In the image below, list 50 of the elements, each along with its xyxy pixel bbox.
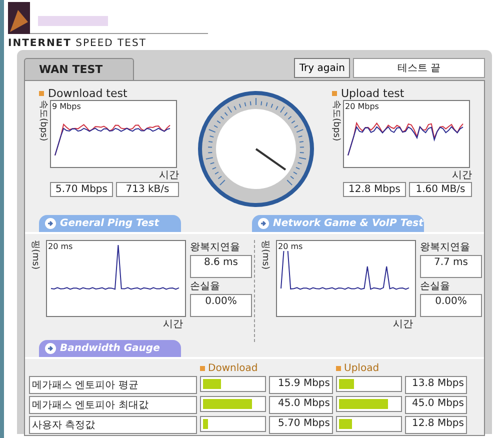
axis-label: 핑(ms)	[31, 240, 41, 272]
axis-label: 시간	[162, 318, 183, 331]
speed-value: 45.0 Mbps	[405, 396, 467, 414]
speed-value: 12.8 Mbps	[405, 416, 467, 434]
speed-value: 1.60 MB/s	[409, 182, 472, 197]
scale-label: 20 ms	[278, 242, 303, 251]
arrow-icon	[258, 218, 269, 229]
axis-label: 속도(bps)	[39, 100, 49, 142]
loss-value: 0.00%	[420, 294, 482, 317]
speed-value: 5.70 Mbps	[50, 182, 113, 197]
column-header: Upload	[344, 363, 380, 374]
bullet-icon	[336, 366, 341, 371]
arrow-icon	[45, 218, 56, 229]
bullet-icon	[200, 366, 205, 371]
rtt-value: 8.6 ms	[190, 255, 252, 278]
axis-label: 시간	[451, 169, 472, 182]
tab[interactable]: WAN TEST	[24, 58, 134, 80]
axis-label: 속도(bps)	[332, 100, 342, 142]
axis-label: 핑(ms)	[261, 240, 271, 272]
loss-value: 0.00%	[190, 294, 252, 317]
bullet-icon	[332, 91, 337, 96]
section-tab[interactable]: Network Game & VoIP Test	[252, 215, 424, 232]
speed-value: 45.0 Mbps	[269, 396, 333, 414]
rtt-value: 7.7 ms	[420, 255, 482, 278]
speed-value: 15.9 Mbps	[269, 376, 333, 394]
row-label: 메가패스 엔토피아 최대값	[29, 396, 197, 414]
section-tab[interactable]: General Ping Test	[39, 215, 181, 232]
scale-label: 20 Mbps	[345, 102, 379, 111]
bullet-icon	[39, 91, 44, 96]
column-header: Download	[208, 363, 258, 374]
axis-label: 시간	[158, 169, 179, 182]
field-label: 손실율	[420, 280, 451, 293]
speed-value: 713 kB/s	[116, 182, 179, 197]
status-field: 테스트 끝	[353, 58, 485, 78]
axis-label: 시간	[392, 318, 413, 331]
try-again-button[interactable]: Try again	[294, 58, 350, 78]
scale-label: 9 Mbps	[52, 102, 81, 111]
field-label: 왕복지연율	[190, 241, 241, 254]
chart-title: Download test	[48, 87, 128, 100]
field-label: 손실율	[190, 280, 221, 293]
site-title: INTERNET SPEED TEST	[8, 38, 148, 49]
field-label: 왕복지연율	[420, 241, 471, 254]
speed-value: 5.70 Mbps	[269, 416, 333, 434]
arrow-icon	[45, 343, 56, 354]
speed-value: 13.8 Mbps	[405, 376, 467, 394]
row-label: 메가패스 엔토피아 평균	[29, 376, 197, 394]
chart-title: Upload test	[341, 87, 404, 100]
scale-label: 20 ms	[48, 242, 73, 251]
speed-value: 12.8 Mbps	[343, 182, 406, 197]
row-label: 사용자 측정값	[29, 416, 197, 434]
